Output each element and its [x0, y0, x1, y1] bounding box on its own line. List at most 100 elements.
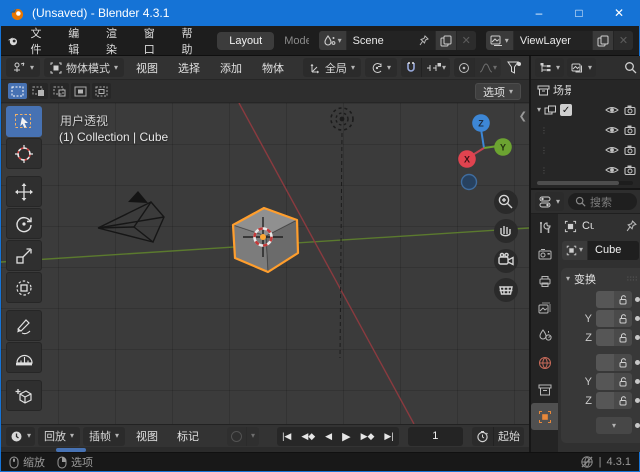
scene-unlink-button[interactable]: ✕ [456, 31, 476, 50]
properties-search-input[interactable]: 搜索 [568, 193, 637, 210]
play-button[interactable]: ▶ [337, 427, 355, 446]
menu-render[interactable]: 渲染 [96, 22, 132, 60]
tab-collection[interactable] [531, 376, 558, 403]
panel-grip-icon[interactable]: ∷∷ [627, 275, 638, 283]
timeline-menu-marker[interactable]: 标记 [169, 426, 207, 446]
hide-eye-icon[interactable] [605, 165, 619, 175]
hide-eye-icon[interactable] [605, 105, 619, 115]
object-name-field[interactable]: Cube [588, 241, 639, 260]
blender-app-icon[interactable] [7, 34, 18, 48]
keying-menu[interactable]: 插帧▾ [83, 427, 125, 446]
collection-checkbox[interactable]: ✓ [560, 104, 572, 116]
timeline-menu-view[interactable]: 视图 [128, 426, 166, 446]
next-keyframe-button[interactable]: ▶◆ [356, 427, 380, 446]
lock-toggle[interactable] [614, 310, 632, 327]
select-mode-intersect-button[interactable] [92, 83, 111, 99]
tool-rotate[interactable] [6, 208, 42, 239]
outliner-search-button[interactable] [624, 61, 637, 74]
menu-add[interactable]: 添加 [212, 58, 250, 78]
menu-object[interactable]: 物体 [254, 58, 292, 78]
tool-scale[interactable] [6, 240, 42, 271]
animate-dot[interactable] [635, 379, 640, 384]
camera-view-button-bg[interactable] [494, 249, 518, 273]
outliner-row-object-1[interactable]: ⋮ [531, 120, 640, 140]
pin-icon[interactable] [626, 220, 637, 232]
pin-icon[interactable] [419, 35, 429, 46]
mode-selector[interactable]: 物体模式 ▾ [44, 58, 124, 77]
outliner-hscrollbar[interactable] [537, 181, 633, 185]
properties-editor-type-button[interactable]: ▾ [535, 192, 564, 211]
scene-name-field[interactable]: Scene [347, 31, 435, 50]
gizmo-negative-axis-ball[interactable] [462, 175, 477, 190]
tab-scene[interactable] [531, 322, 558, 349]
tool-add-primitive[interactable] [6, 380, 42, 411]
render-camera-icon[interactable] [624, 145, 637, 155]
start-frame-field[interactable]: 起始 [493, 427, 524, 446]
workspace-tab-layout[interactable]: Layout [217, 32, 274, 50]
menu-edit[interactable]: 编辑 [58, 22, 94, 60]
viewlayer-browse-button[interactable]: ▾ [486, 31, 514, 50]
rotation-z-field[interactable] [596, 392, 614, 409]
editor-type-button[interactable]: ▾ [6, 58, 40, 77]
tab-object[interactable] [531, 403, 558, 430]
select-mode-invert-button[interactable] [71, 83, 90, 99]
viewlayer-name-field[interactable]: ViewLayer [514, 31, 592, 50]
viewlayer-new-button[interactable] [592, 31, 613, 50]
sidebar-collapse-arrow[interactable]: ❮ [519, 111, 527, 122]
camera-object[interactable] [98, 191, 164, 242]
object-browse-button[interactable]: ▾ [562, 241, 588, 260]
render-camera-icon[interactable] [624, 125, 637, 135]
use-preview-range-button[interactable] [472, 427, 493, 446]
tab-output[interactable] [531, 268, 558, 295]
tool-select-box[interactable] [6, 106, 42, 137]
close-button[interactable]: ✕ [599, 0, 639, 26]
lock-toggle[interactable] [614, 354, 632, 371]
animate-dot[interactable] [635, 423, 640, 428]
lock-toggle[interactable] [614, 392, 632, 409]
tool-annotate[interactable] [6, 310, 42, 341]
rotation-mode-dropdown[interactable]: ▾ [596, 417, 632, 434]
location-y-field[interactable] [596, 310, 614, 327]
outliner-display-mode-button[interactable]: ▾ [567, 58, 596, 77]
navigation-gizmo[interactable]: Z Y X [458, 114, 512, 189]
timeline-editor-type-button[interactable]: ▾ [6, 427, 35, 446]
proportional-falloff-button[interactable]: ▾ [474, 58, 501, 77]
lock-toggle[interactable] [614, 291, 632, 308]
current-frame-field[interactable]: 1 [408, 427, 463, 446]
transform-panel-header[interactable]: ▾ 变换 ∷∷ [561, 268, 640, 290]
select-mode-set-button[interactable] [8, 83, 27, 99]
lock-toggle[interactable] [614, 329, 632, 346]
scene-browse-button[interactable]: ▾ [319, 31, 347, 50]
select-mode-extend-button[interactable] [29, 83, 48, 99]
tool-options-button[interactable]: 选项 ▾ [475, 83, 521, 100]
outliner-type-button[interactable]: ▾ [535, 58, 564, 77]
render-camera-icon[interactable] [624, 165, 637, 175]
outliner-row-object-2[interactable]: ⋮ [531, 140, 640, 160]
jump-to-start-button[interactable]: |◀ [277, 427, 296, 446]
select-mode-subtract-button[interactable] [50, 83, 69, 99]
animate-dot[interactable] [635, 360, 640, 365]
location-x-field[interactable] [596, 291, 614, 308]
outliner-row-object-3[interactable]: ⋮ [531, 160, 640, 180]
show-gizmo-filter-button[interactable] [505, 61, 524, 75]
animate-dot[interactable] [635, 316, 640, 321]
menu-view[interactable]: 视图 [128, 58, 166, 78]
minimize-button[interactable]: – [519, 0, 559, 26]
snap-settings-button[interactable]: ▾ [421, 58, 450, 77]
animate-dot[interactable] [635, 335, 640, 340]
outliner-row-collection[interactable]: ▾ ✓ [531, 100, 640, 120]
workspace-tab-modeling[interactable]: Mode [284, 35, 308, 47]
jump-to-end-button[interactable]: ▶| [379, 427, 398, 446]
play-reverse-button[interactable]: ◀ [320, 427, 337, 446]
scene-new-button[interactable] [435, 31, 456, 50]
tool-cursor[interactable] [6, 138, 42, 169]
zoom-button-bg[interactable] [494, 190, 518, 214]
breadcrumb-object-name[interactable]: Cube [582, 220, 594, 232]
rotation-x-field[interactable] [596, 354, 614, 371]
animate-dot[interactable] [635, 297, 640, 302]
tool-transform[interactable] [6, 272, 42, 303]
location-z-field[interactable] [596, 329, 614, 346]
menu-select[interactable]: 选择 [170, 58, 208, 78]
cube-object[interactable] [233, 208, 298, 272]
menu-window[interactable]: 窗口 [134, 22, 170, 60]
